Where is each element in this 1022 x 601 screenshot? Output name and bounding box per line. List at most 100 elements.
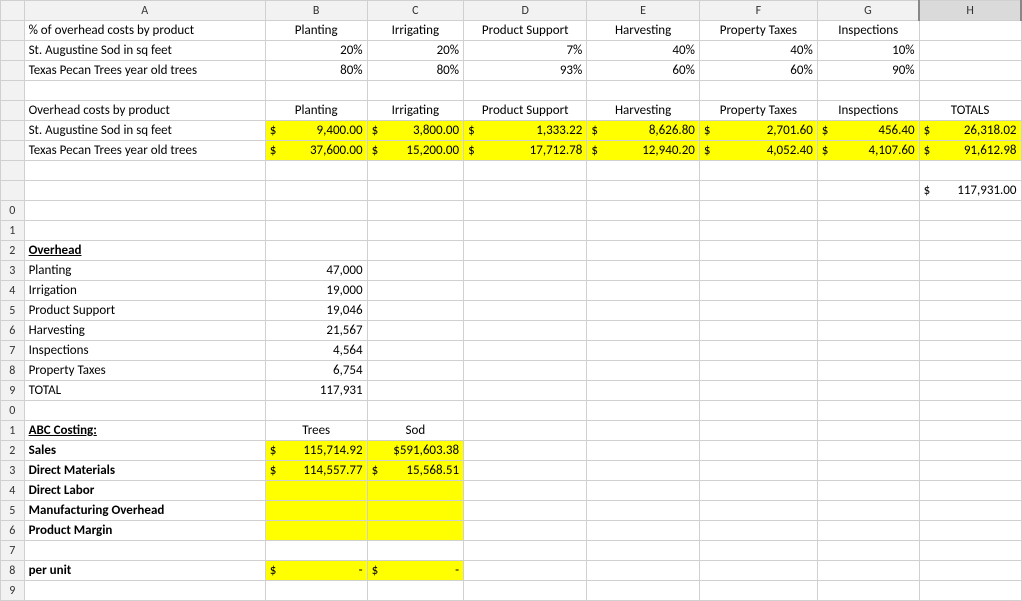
cell[interactable] — [919, 281, 1021, 301]
cell[interactable]: Inspections — [817, 21, 919, 41]
cell[interactable] — [919, 461, 1021, 481]
cell[interactable] — [464, 301, 587, 321]
cell[interactable]: $- — [265, 561, 367, 581]
row-header[interactable]: 4 — [1, 481, 25, 501]
cell[interactable] — [699, 541, 817, 561]
cell[interactable]: $4,107.60 — [817, 141, 919, 161]
cell[interactable]: $3,800.00 — [367, 121, 463, 141]
cell[interactable] — [817, 441, 919, 461]
row-header[interactable]: 1 — [1, 421, 25, 441]
col-header-H[interactable]: H — [919, 1, 1021, 21]
cell[interactable] — [919, 481, 1021, 501]
cell[interactable] — [587, 421, 700, 441]
cell[interactable] — [587, 261, 700, 281]
cell[interactable] — [817, 241, 919, 261]
cell[interactable] — [265, 241, 367, 261]
row-header[interactable]: 3 — [1, 261, 25, 281]
cell[interactable] — [699, 221, 817, 241]
cell[interactable]: St. Augustine Sod in sq feet — [24, 41, 265, 61]
cell[interactable] — [587, 441, 700, 461]
cell[interactable] — [587, 541, 700, 561]
cell[interactable] — [367, 81, 463, 101]
cell[interactable]: Sod — [367, 421, 463, 441]
cell[interactable] — [919, 321, 1021, 341]
cell[interactable] — [464, 201, 587, 221]
cell[interactable] — [587, 501, 700, 521]
cell[interactable] — [587, 341, 700, 361]
cell[interactable] — [817, 481, 919, 501]
cell[interactable] — [587, 201, 700, 221]
cell[interactable] — [817, 181, 919, 201]
cell[interactable]: Inspections — [817, 101, 919, 121]
cell[interactable]: 19,046 — [265, 301, 367, 321]
cell[interactable] — [24, 221, 265, 241]
cell[interactable] — [464, 421, 587, 441]
cell[interactable] — [919, 81, 1021, 101]
row-header[interactable]: 0 — [1, 201, 25, 221]
cell[interactable]: $591,603.38 — [367, 441, 463, 461]
cell[interactable] — [817, 321, 919, 341]
row-header[interactable]: 7 — [1, 541, 25, 561]
cell[interactable] — [24, 401, 265, 421]
cell[interactable]: $12,940.20 — [587, 141, 700, 161]
cell[interactable] — [464, 461, 587, 481]
cell[interactable] — [464, 581, 587, 601]
cell[interactable]: $91,612.98 — [919, 141, 1021, 161]
cell[interactable] — [817, 561, 919, 581]
row-header[interactable]: 8 — [1, 361, 25, 381]
cell[interactable] — [464, 341, 587, 361]
cell[interactable] — [464, 241, 587, 261]
cell[interactable]: Planting — [265, 101, 367, 121]
row-header[interactable]: 1 — [1, 221, 25, 241]
cell[interactable] — [817, 341, 919, 361]
cell[interactable] — [587, 161, 700, 181]
cell[interactable] — [265, 581, 367, 601]
cell[interactable]: Irrigating — [367, 101, 463, 121]
row-header[interactable] — [1, 161, 25, 181]
cell[interactable] — [699, 241, 817, 261]
cell[interactable] — [265, 501, 367, 521]
cell[interactable] — [587, 281, 700, 301]
cell[interactable]: Property Taxes — [699, 101, 817, 121]
cell[interactable]: Harvesting — [24, 321, 265, 341]
cell[interactable]: $115,714.92 — [265, 441, 367, 461]
cell[interactable] — [919, 421, 1021, 441]
cell[interactable]: $4,052.40 — [699, 141, 817, 161]
col-header-C[interactable]: C — [367, 1, 463, 21]
cell[interactable]: 80% — [367, 61, 463, 81]
cell[interactable] — [817, 201, 919, 221]
cell[interactable]: Planting — [24, 261, 265, 281]
cell[interactable] — [699, 321, 817, 341]
cell[interactable]: Product Support — [464, 21, 587, 41]
cell[interactable]: 80% — [265, 61, 367, 81]
cell[interactable]: $37,600.00 — [265, 141, 367, 161]
col-header-E[interactable]: E — [587, 1, 700, 21]
cell[interactable] — [919, 401, 1021, 421]
cell[interactable]: St. Augustine Sod in sq feet — [24, 121, 265, 141]
cell[interactable] — [265, 541, 367, 561]
row-header[interactable]: 9 — [1, 581, 25, 601]
cell[interactable]: 19,000 — [265, 281, 367, 301]
cell[interactable]: 60% — [587, 61, 700, 81]
cell[interactable]: Property Taxes — [24, 361, 265, 381]
cell[interactable]: 4,564 — [265, 341, 367, 361]
cell[interactable] — [817, 421, 919, 441]
row-header[interactable] — [1, 121, 25, 141]
cell[interactable] — [587, 221, 700, 241]
cell[interactable]: 20% — [265, 41, 367, 61]
cell[interactable]: $114,557.77 — [265, 461, 367, 481]
cell[interactable]: $8,626.80 — [587, 121, 700, 141]
cell[interactable] — [587, 81, 700, 101]
cell[interactable] — [464, 221, 587, 241]
cell[interactable]: $26,318.02 — [919, 121, 1021, 141]
cell[interactable] — [817, 501, 919, 521]
cell[interactable]: 47,000 — [265, 261, 367, 281]
cell[interactable] — [24, 581, 265, 601]
cell[interactable]: % of overhead costs by product — [24, 21, 265, 41]
cell[interactable] — [817, 541, 919, 561]
cell[interactable] — [265, 201, 367, 221]
col-header-D[interactable]: D — [464, 1, 587, 21]
cell[interactable] — [367, 321, 463, 341]
cell[interactable] — [919, 441, 1021, 461]
cell[interactable] — [919, 521, 1021, 541]
